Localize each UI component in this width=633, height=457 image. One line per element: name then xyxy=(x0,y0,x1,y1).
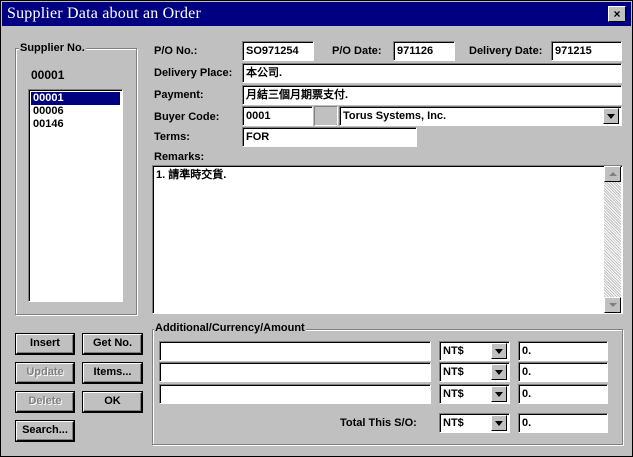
delivery-place-label: Delivery Place: xyxy=(154,67,233,79)
buyer-name-dropdown-button[interactable] xyxy=(603,108,619,124)
terms-label: Terms: xyxy=(154,131,190,143)
remarks-scrollbar[interactable] xyxy=(604,166,621,313)
supplier-group-label: Supplier No. xyxy=(19,42,86,54)
insert-button[interactable]: Insert xyxy=(16,334,74,354)
buyer-name-combobox[interactable]: Torus Systems, Inc. xyxy=(339,106,622,126)
additional-desc-field-2[interactable] xyxy=(159,362,431,382)
dialog-window: Supplier Data about an Order × Supplier … xyxy=(0,0,633,457)
po-no-label: P/O No.: xyxy=(154,45,198,57)
currency-value: NT$ xyxy=(443,345,464,357)
close-button[interactable]: × xyxy=(608,6,626,22)
scroll-down-icon[interactable] xyxy=(604,297,621,313)
remarks-text: 1. 請準時交貨. xyxy=(156,169,227,181)
delivery-date-label: Delivery Date: xyxy=(469,45,543,57)
supplier-listbox[interactable]: 00001 00006 00146 xyxy=(28,89,123,302)
list-item[interactable]: 00146 xyxy=(31,118,120,131)
buyer-lookup-button[interactable] xyxy=(314,106,338,126)
additional-desc-field-3[interactable] xyxy=(159,384,431,404)
remarks-textarea[interactable]: 1. 請準時交貨. xyxy=(152,165,623,314)
po-date-label: P/O Date: xyxy=(332,45,382,57)
currency-dropdown-button[interactable] xyxy=(491,364,507,380)
delete-button[interactable]: Delete xyxy=(16,392,74,412)
payment-field[interactable]: 月結三個月期票支付. xyxy=(242,85,622,105)
currency-value: NT$ xyxy=(443,366,464,378)
remarks-label: Remarks: xyxy=(154,151,205,163)
list-item[interactable]: 00006 xyxy=(31,105,120,118)
currency-value: NT$ xyxy=(443,417,464,429)
terms-field[interactable]: FOR xyxy=(242,127,417,147)
list-item[interactable]: 00001 xyxy=(31,92,120,105)
currency-dropdown-button[interactable] xyxy=(491,386,507,402)
total-label: Total This S/O: xyxy=(340,417,417,429)
window-title: Supplier Data about an Order xyxy=(7,5,201,22)
additional-desc-field-1[interactable] xyxy=(159,341,431,361)
additional-group-label: Additional/Currency/Amount xyxy=(154,322,306,334)
delivery-date-field[interactable]: 971215 xyxy=(551,41,622,61)
amount-field-3[interactable]: 0. xyxy=(518,384,608,404)
items-button[interactable]: Items... xyxy=(83,363,142,383)
search-button[interactable]: Search... xyxy=(16,421,74,441)
delivery-place-field[interactable]: 本公司. xyxy=(242,63,622,83)
amount-field-1[interactable]: 0. xyxy=(518,341,608,361)
currency-value: NT$ xyxy=(443,388,464,400)
payment-label: Payment: xyxy=(154,89,204,101)
buyer-code-field[interactable]: 0001 xyxy=(242,106,313,126)
current-supplier-no: 00001 xyxy=(31,68,65,82)
scroll-up-icon[interactable] xyxy=(604,166,621,182)
ok-button[interactable]: OK xyxy=(83,392,142,412)
buyer-name-value: Torus Systems, Inc. xyxy=(343,110,447,122)
title-bar[interactable]: Supplier Data about an Order × xyxy=(2,2,631,26)
total-amount-field[interactable]: 0. xyxy=(518,413,608,433)
po-date-field[interactable]: 971126 xyxy=(393,41,455,61)
get-no-button[interactable]: Get No. xyxy=(83,334,142,354)
po-no-field[interactable]: SO971254 xyxy=(242,41,314,61)
update-button[interactable]: Update xyxy=(16,363,74,383)
currency-dropdown-button[interactable] xyxy=(491,343,507,359)
buyer-code-label: Buyer Code: xyxy=(154,111,220,123)
total-currency-dropdown-button[interactable] xyxy=(491,415,507,431)
amount-field-2[interactable]: 0. xyxy=(518,362,608,382)
